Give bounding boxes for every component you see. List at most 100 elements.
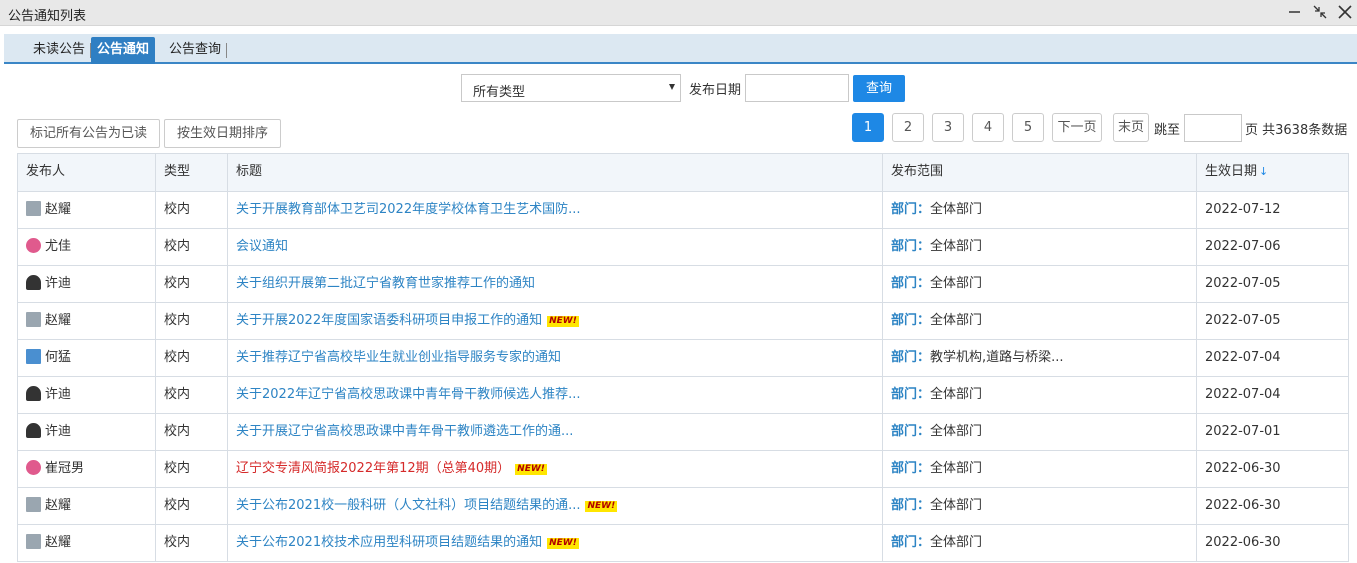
notice-title-link[interactable]: 关于开展教育部体卫艺司2022年度学校体育卫生艺术国防... <box>236 202 580 217</box>
notice-title-link[interactable]: 辽宁交专清风简报2022年第12期（总第40期） <box>236 461 510 476</box>
scope-cell: 部门：全体部门 <box>882 525 1196 561</box>
scope-cell: 部门：全体部门 <box>882 229 1196 265</box>
type-cell: 校内 <box>155 303 227 339</box>
date-cell: 2022-07-01 <box>1196 414 1350 450</box>
publisher-name: 赵耀 <box>45 202 72 217</box>
new-badge-icon: NEW! <box>547 316 579 327</box>
publisher-name: 赵耀 <box>45 498 72 513</box>
publisher-cell: 赵耀 <box>18 192 155 228</box>
publisher-cell: 许迪 <box>18 414 155 450</box>
table-row[interactable]: 尤佳 校内 会议通知 部门：全体部门 2022-07-06 <box>18 228 1348 265</box>
notice-title-link[interactable]: 关于公布2021校技术应用型科研项目结题结果的通知 <box>236 535 542 550</box>
tab-bar: 未读公告 公告通知 公告查询 <box>4 34 1357 64</box>
sort-down-icon[interactable]: ↓ <box>1259 165 1268 178</box>
notice-title-link[interactable]: 关于推荐辽宁省高校毕业生就业创业指导服务专家的通知 <box>236 350 561 365</box>
publisher-cell: 许迪 <box>18 266 155 302</box>
table-row[interactable]: 赵耀 校内 关于开展教育部体卫艺司2022年度学校体育卫生艺术国防... 部门：全体部… <box>18 191 1348 228</box>
page-3-button[interactable]: 3 <box>932 113 964 142</box>
avatar-icon <box>26 275 41 290</box>
notice-title-link[interactable]: 会议通知 <box>236 239 288 254</box>
close-icon[interactable] <box>1335 2 1355 22</box>
scope-value: 教学机构,道路与桥梁... <box>930 350 1064 365</box>
next-page-button[interactable]: 下一页 <box>1052 113 1102 142</box>
minimize-icon[interactable] <box>1285 2 1305 22</box>
publisher-name: 许迪 <box>45 424 72 439</box>
notice-title-link[interactable]: 关于2022年辽宁省高校思政课中青年骨干教师候选人推荐... <box>236 387 580 402</box>
title-cell: 关于组织开展第二批辽宁省教育世家推荐工作的通知 <box>227 266 882 302</box>
scope-cell: 部门：全体部门 <box>882 266 1196 302</box>
restore-icon[interactable] <box>1310 2 1330 22</box>
publisher-cell: 赵耀 <box>18 303 155 339</box>
date-cell: 2022-06-30 <box>1196 525 1350 561</box>
avatar-icon <box>26 423 41 438</box>
scope-cell: 部门：全体部门 <box>882 192 1196 228</box>
sort-by-date-button[interactable]: 按生效日期排序 <box>164 119 281 148</box>
type-cell: 校内 <box>155 451 227 487</box>
column-header-publisher: 发布人 <box>26 164 66 179</box>
page-1-button[interactable]: 1 <box>852 113 884 142</box>
column-header-date[interactable]: 生效日期 ↓ <box>1196 154 1350 191</box>
table-row[interactable]: 许迪 校内 关于开展辽宁省高校思政课中青年骨干教师遴选工作的通... 部门：全体部门 2… <box>18 413 1348 450</box>
table-row[interactable]: 许迪 校内 关于组织开展第二批辽宁省教育世家推荐工作的通知 部门：全体部门 2022-0… <box>18 265 1348 302</box>
title-cell: 辽宁交专清风简报2022年第12期（总第40期） NEW! <box>227 451 882 487</box>
publisher-cell: 尤佳 <box>18 229 155 265</box>
scope-prefix: 部门： <box>891 276 931 291</box>
date-cell: 2022-07-05 <box>1196 303 1350 339</box>
type-select-value: 所有类型 <box>473 85 526 100</box>
new-badge-icon: NEW! <box>547 538 579 549</box>
title-cell: 关于开展2022年度国家语委科研项目申报工作的通知 NEW! <box>227 303 882 339</box>
notice-title-link[interactable]: 关于开展2022年度国家语委科研项目申报工作的通知 <box>236 313 542 328</box>
publisher-name: 赵耀 <box>45 313 72 328</box>
publisher-name: 赵耀 <box>45 535 72 550</box>
column-header-date-label: 生效日期 <box>1205 164 1258 179</box>
type-cell: 校内 <box>155 525 227 561</box>
title-cell: 关于开展辽宁省高校思政课中青年骨干教师遴选工作的通... <box>227 414 882 450</box>
type-cell: 校内 <box>155 340 227 376</box>
type-cell: 校内 <box>155 266 227 302</box>
publish-date-input[interactable] <box>745 74 849 102</box>
tab-notices[interactable]: 公告通知 <box>91 37 156 64</box>
publisher-cell: 赵耀 <box>18 525 155 561</box>
scope-prefix: 部门： <box>891 535 931 550</box>
scope-prefix: 部门： <box>891 424 931 439</box>
avatar-icon <box>26 201 41 216</box>
table-row[interactable]: 许迪 校内 关于2022年辽宁省高校思政课中青年骨干教师候选人推荐... 部门：全体部… <box>18 376 1348 413</box>
notice-title-link[interactable]: 关于组织开展第二批辽宁省教育世家推荐工作的通知 <box>236 276 535 291</box>
tab-unread[interactable]: 未读公告 <box>27 37 91 64</box>
date-cell: 2022-06-30 <box>1196 488 1350 524</box>
mark-all-read-button[interactable]: 标记所有公告为已读 <box>17 119 160 148</box>
notice-table: 发布人 类型 标题 发布范围 生效日期 ↓ 赵耀 校内 关于开展教育部体卫艺司2022… <box>17 153 1349 562</box>
type-select[interactable]: 所有类型 <box>461 74 681 102</box>
scope-value: 全体部门 <box>930 276 983 291</box>
type-cell: 校内 <box>155 377 227 413</box>
page-2-button[interactable]: 2 <box>892 113 924 142</box>
title-cell: 关于2022年辽宁省高校思政课中青年骨干教师候选人推荐... <box>227 377 882 413</box>
tab-search[interactable]: 公告查询 <box>163 37 227 64</box>
publisher-name: 许迪 <box>45 387 72 402</box>
publisher-name: 崔冠男 <box>45 461 85 476</box>
page-4-button[interactable]: 4 <box>972 113 1004 142</box>
last-page-button[interactable]: 末页 <box>1113 113 1149 142</box>
jump-page-input[interactable] <box>1184 114 1242 142</box>
scope-value: 全体部门 <box>930 202 983 217</box>
query-button[interactable]: 查询 <box>853 75 905 102</box>
page-5-button[interactable]: 5 <box>1012 113 1044 142</box>
column-header-scope: 发布范围 <box>882 154 1196 191</box>
new-badge-icon: NEW! <box>515 464 547 475</box>
table-row[interactable]: 何猛 校内 关于推荐辽宁省高校毕业生就业创业指导服务专家的通知 部门：教学机构,道路与… <box>18 339 1348 376</box>
table-row[interactable]: 赵耀 校内 关于开展2022年度国家语委科研项目申报工作的通知 NEW! 部门：全体部门… <box>18 302 1348 339</box>
table-row[interactable]: 赵耀 校内 关于公布2021校技术应用型科研项目结题结果的通知 NEW! 部门：全体部门… <box>18 524 1348 561</box>
notice-title-link[interactable]: 关于开展辽宁省高校思政课中青年骨干教师遴选工作的通... <box>236 424 573 439</box>
publish-date-label: 发布日期 <box>689 83 742 98</box>
type-cell: 校内 <box>155 488 227 524</box>
scope-cell: 部门：全体部门 <box>882 303 1196 339</box>
date-cell: 2022-07-04 <box>1196 340 1350 376</box>
table-row[interactable]: 崔冠男 校内 辽宁交专清风简报2022年第12期（总第40期） NEW! 部门：全体部门… <box>18 450 1348 487</box>
avatar-icon <box>26 238 41 253</box>
window-title: 公告通知列表 <box>8 9 87 24</box>
date-cell: 2022-06-30 <box>1196 451 1350 487</box>
table-row[interactable]: 赵耀 校内 关于公布2021校一般科研（人文社科）项目结题结果的通... NEW! 部门… <box>18 487 1348 524</box>
notice-title-link[interactable]: 关于公布2021校一般科研（人文社科）项目结题结果的通... <box>236 498 580 513</box>
title-cell: 关于公布2021校一般科研（人文社科）项目结题结果的通... NEW! <box>227 488 882 524</box>
scope-prefix: 部门： <box>891 313 931 328</box>
